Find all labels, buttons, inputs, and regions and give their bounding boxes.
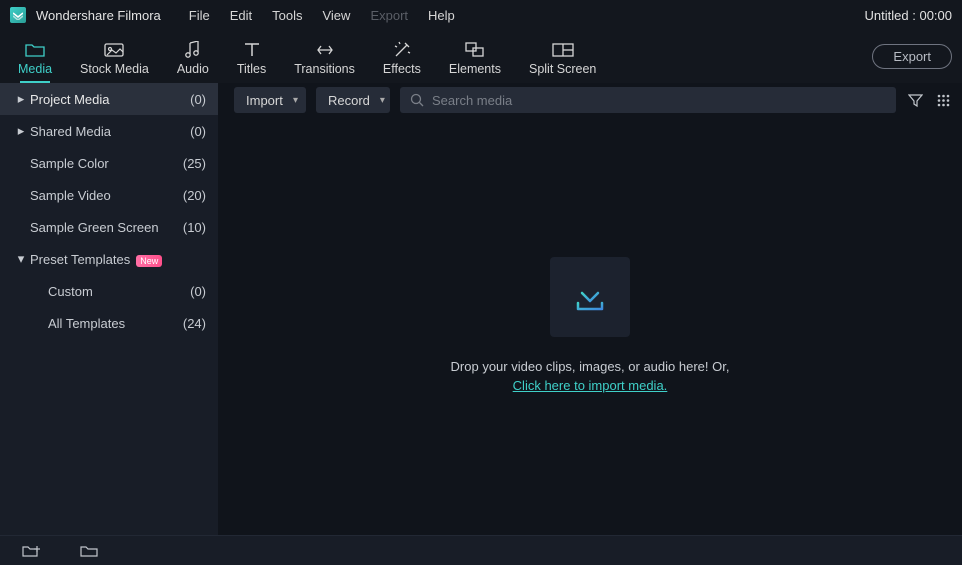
- sidebar-item-count: (0): [190, 92, 206, 107]
- app-logo-icon: [10, 7, 26, 23]
- sidebar-item-sample-green-screen[interactable]: ▸Sample Green Screen(10): [0, 211, 218, 243]
- main-area: ▸Project Media(0)▸Shared Media(0)▸Sample…: [0, 83, 962, 535]
- tab-label: Transitions: [294, 62, 355, 76]
- tab-label: Effects: [383, 62, 421, 76]
- tab-stock-media[interactable]: Stock Media: [66, 30, 163, 83]
- sidebar-item-project-media[interactable]: ▸Project Media(0): [0, 83, 218, 115]
- search-box[interactable]: [400, 87, 896, 113]
- caret-icon: ▸: [12, 91, 30, 107]
- sidebar-item-label: All Templates: [30, 316, 183, 331]
- chevron-down-icon: ▾: [380, 95, 385, 106]
- sidebar-item-count: (0): [190, 124, 206, 139]
- effects-icon: [393, 41, 411, 59]
- import-icon-tile: [550, 257, 630, 337]
- sidebar-item-label: Custom: [30, 284, 190, 299]
- tab-label: Split Screen: [529, 62, 596, 76]
- bottom-bar: [0, 535, 962, 565]
- search-icon: [410, 93, 424, 107]
- titlebar: Wondershare Filmora FileEditToolsViewExp…: [0, 0, 962, 30]
- menu-export: Export: [360, 8, 418, 23]
- tab-audio[interactable]: Audio: [163, 30, 223, 83]
- sidebar-item-count: (20): [183, 188, 206, 203]
- sidebar-item-sample-video[interactable]: ▸Sample Video(20): [0, 179, 218, 211]
- tool-tabs-bar: Media Stock Media Audio Titles Transitions Ef…: [0, 30, 962, 83]
- drop-text-line1: Drop your video clips, images, or audio …: [451, 357, 730, 377]
- caret-icon: ▾: [12, 251, 30, 267]
- filter-icon[interactable]: [906, 91, 924, 109]
- tab-split-screen[interactable]: Split Screen: [515, 30, 610, 83]
- tab-effects[interactable]: Effects: [369, 30, 435, 83]
- elements-icon: [465, 41, 485, 59]
- sidebar-item-count: (10): [183, 220, 206, 235]
- app-name: Wondershare Filmora: [36, 8, 161, 23]
- sidebar-item-sample-color[interactable]: ▸Sample Color(25): [0, 147, 218, 179]
- sidebar-item-label: Sample Color: [30, 156, 183, 171]
- menu-bar: FileEditToolsViewExportHelp: [179, 8, 465, 23]
- import-dropdown[interactable]: Import ▾: [234, 87, 306, 113]
- new-folder-icon[interactable]: [22, 544, 40, 558]
- sidebar-item-shared-media[interactable]: ▸Shared Media(0): [0, 115, 218, 147]
- sidebar-item-label: Shared Media: [30, 124, 190, 139]
- menu-help[interactable]: Help: [418, 8, 465, 23]
- import-label: Import: [246, 93, 283, 108]
- sidebar-item-label: Sample Green Screen: [30, 220, 183, 235]
- import-media-link[interactable]: Click here to import media.: [513, 378, 668, 393]
- tab-label: Audio: [177, 62, 209, 76]
- new-badge: New: [136, 255, 162, 267]
- menu-tools[interactable]: Tools: [262, 8, 312, 23]
- audio-icon: [183, 41, 203, 59]
- export-button[interactable]: Export: [872, 44, 952, 69]
- menu-edit[interactable]: Edit: [220, 8, 262, 23]
- tab-elements[interactable]: Elements: [435, 30, 515, 83]
- caret-icon: ▸: [12, 123, 30, 139]
- chevron-down-icon: ▾: [293, 95, 298, 106]
- sidebar: ▸Project Media(0)▸Shared Media(0)▸Sample…: [0, 83, 218, 535]
- menu-view[interactable]: View: [312, 8, 360, 23]
- project-title: Untitled : 00:00: [865, 8, 952, 23]
- folder-icon[interactable]: [80, 544, 98, 558]
- stock-media-icon: [104, 41, 124, 59]
- sidebar-list: ▸Project Media(0)▸Shared Media(0)▸Sample…: [0, 83, 218, 535]
- drop-text: Drop your video clips, images, or audio …: [451, 357, 730, 396]
- tab-titles[interactable]: Titles: [223, 30, 280, 83]
- tab-transitions[interactable]: Transitions: [280, 30, 369, 83]
- sidebar-item-label: Project Media: [30, 92, 190, 107]
- tab-label: Stock Media: [80, 62, 149, 76]
- record-label: Record: [328, 93, 370, 108]
- tab-label: Titles: [237, 62, 266, 76]
- menu-file[interactable]: File: [179, 8, 220, 23]
- sidebar-item-label: Sample Video: [30, 188, 183, 203]
- drop-zone[interactable]: Drop your video clips, images, or audio …: [218, 117, 962, 535]
- record-dropdown[interactable]: Record ▾: [316, 87, 390, 113]
- sidebar-item-count: (25): [183, 156, 206, 171]
- sidebar-item-count: (0): [190, 284, 206, 299]
- tab-label: Media: [18, 62, 52, 76]
- sidebar-item-all-templates[interactable]: ▸All Templates(24): [0, 307, 218, 339]
- sidebar-item-custom[interactable]: ▸Custom(0): [0, 275, 218, 307]
- tab-media[interactable]: Media: [4, 30, 66, 83]
- media-icon: [25, 41, 45, 59]
- sidebar-item-preset-templates[interactable]: ▾Preset TemplatesNew: [0, 243, 218, 275]
- grid-view-icon[interactable]: [934, 91, 952, 109]
- tool-tabs: Media Stock Media Audio Titles Transitions Ef…: [0, 30, 610, 83]
- tab-label: Elements: [449, 62, 501, 76]
- split-screen-icon: [552, 41, 574, 59]
- search-input[interactable]: [432, 93, 886, 108]
- sidebar-item-count: (24): [183, 316, 206, 331]
- transitions-icon: [315, 41, 335, 59]
- titles-icon: [243, 41, 261, 59]
- content-area: Import ▾ Record ▾: [218, 83, 962, 535]
- sidebar-item-label: Preset TemplatesNew: [30, 252, 206, 267]
- content-toolbar: Import ▾ Record ▾: [218, 83, 962, 117]
